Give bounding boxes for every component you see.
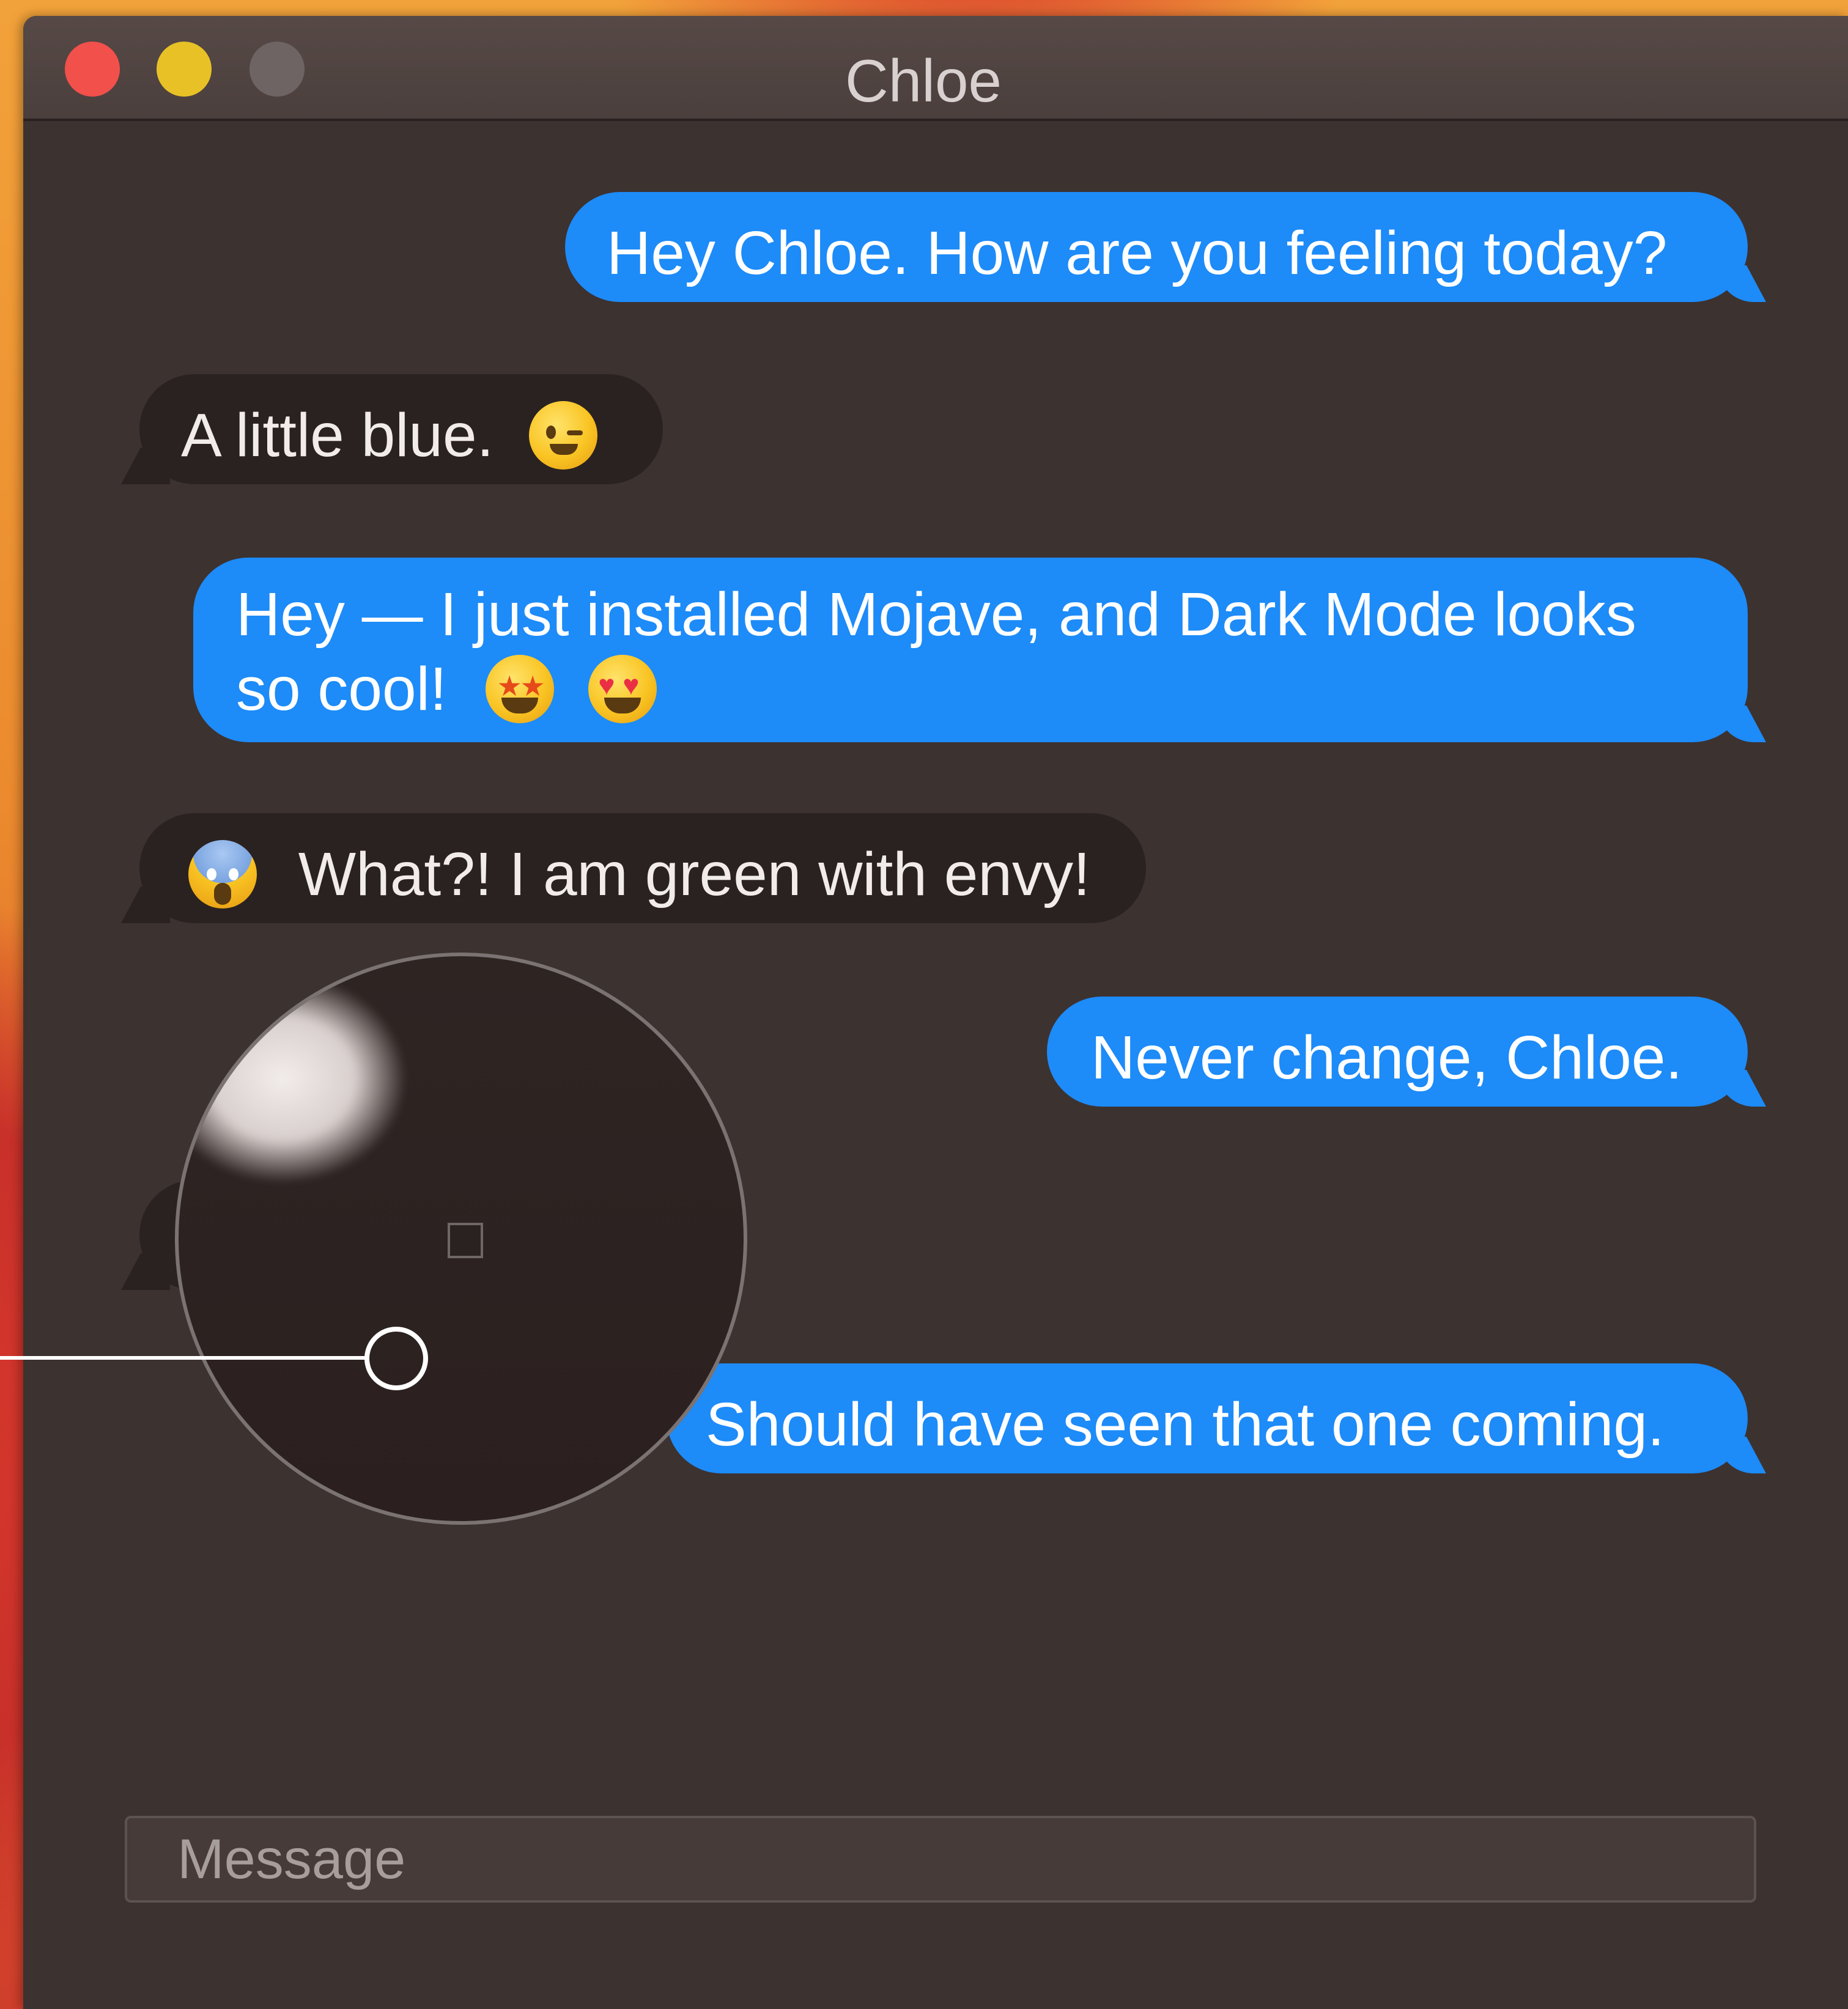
message-text: A little blue. — [181, 401, 494, 470]
message-bubble-received[interactable]: What?! I am green with envy! — [139, 813, 1146, 923]
message-bubble-sent[interactable]: Should have seen that one coming. — [667, 1363, 1748, 1473]
heart-eyes-face-icon: ♥ ♥ — [588, 655, 657, 723]
message-bubble-received[interactable]: A little blue. — [139, 374, 663, 484]
message-text-line-1: Hey — I just installed Mojave, and Dark … — [236, 580, 1636, 649]
message-bubble-sent[interactable]: Never change, Chloe. — [1047, 997, 1748, 1107]
title-bar[interactable]: Chloe — [23, 16, 1848, 121]
picker-pointer-line — [0, 1356, 367, 1360]
message-input[interactable] — [127, 1818, 1754, 1900]
window-title: Chloe — [845, 47, 1002, 114]
message-bubble-sent[interactable]: Hey — I just installed Mojave, and Dark … — [193, 558, 1748, 742]
picker-cursor-circle[interactable] — [364, 1327, 428, 1390]
message-text: Never change, Chloe. — [1091, 1023, 1683, 1092]
message-text-line-2-text: so cool! — [236, 655, 447, 723]
message-text-line-2: so cool! ★ ★ ♥ ♥ — [236, 652, 1748, 726]
screaming-face-icon — [188, 840, 257, 909]
winking-face-icon — [529, 401, 598, 470]
star-struck-face-icon: ★ ★ — [486, 655, 555, 723]
message-text: What?! I am green with envy! — [298, 840, 1090, 909]
message-text: Should have seen that one coming. — [706, 1390, 1665, 1459]
color-picker-magnifier[interactable] — [175, 953, 747, 1525]
message-text: Hey Chloe. How are you feeling today? — [607, 219, 1668, 287]
message-bubble-sent[interactable]: Hey Chloe. How are you feeling today? — [565, 192, 1748, 302]
target-pixel-square — [448, 1223, 483, 1258]
message-compose-field[interactable] — [125, 1816, 1756, 1903]
magnified-pixels — [179, 956, 442, 1207]
